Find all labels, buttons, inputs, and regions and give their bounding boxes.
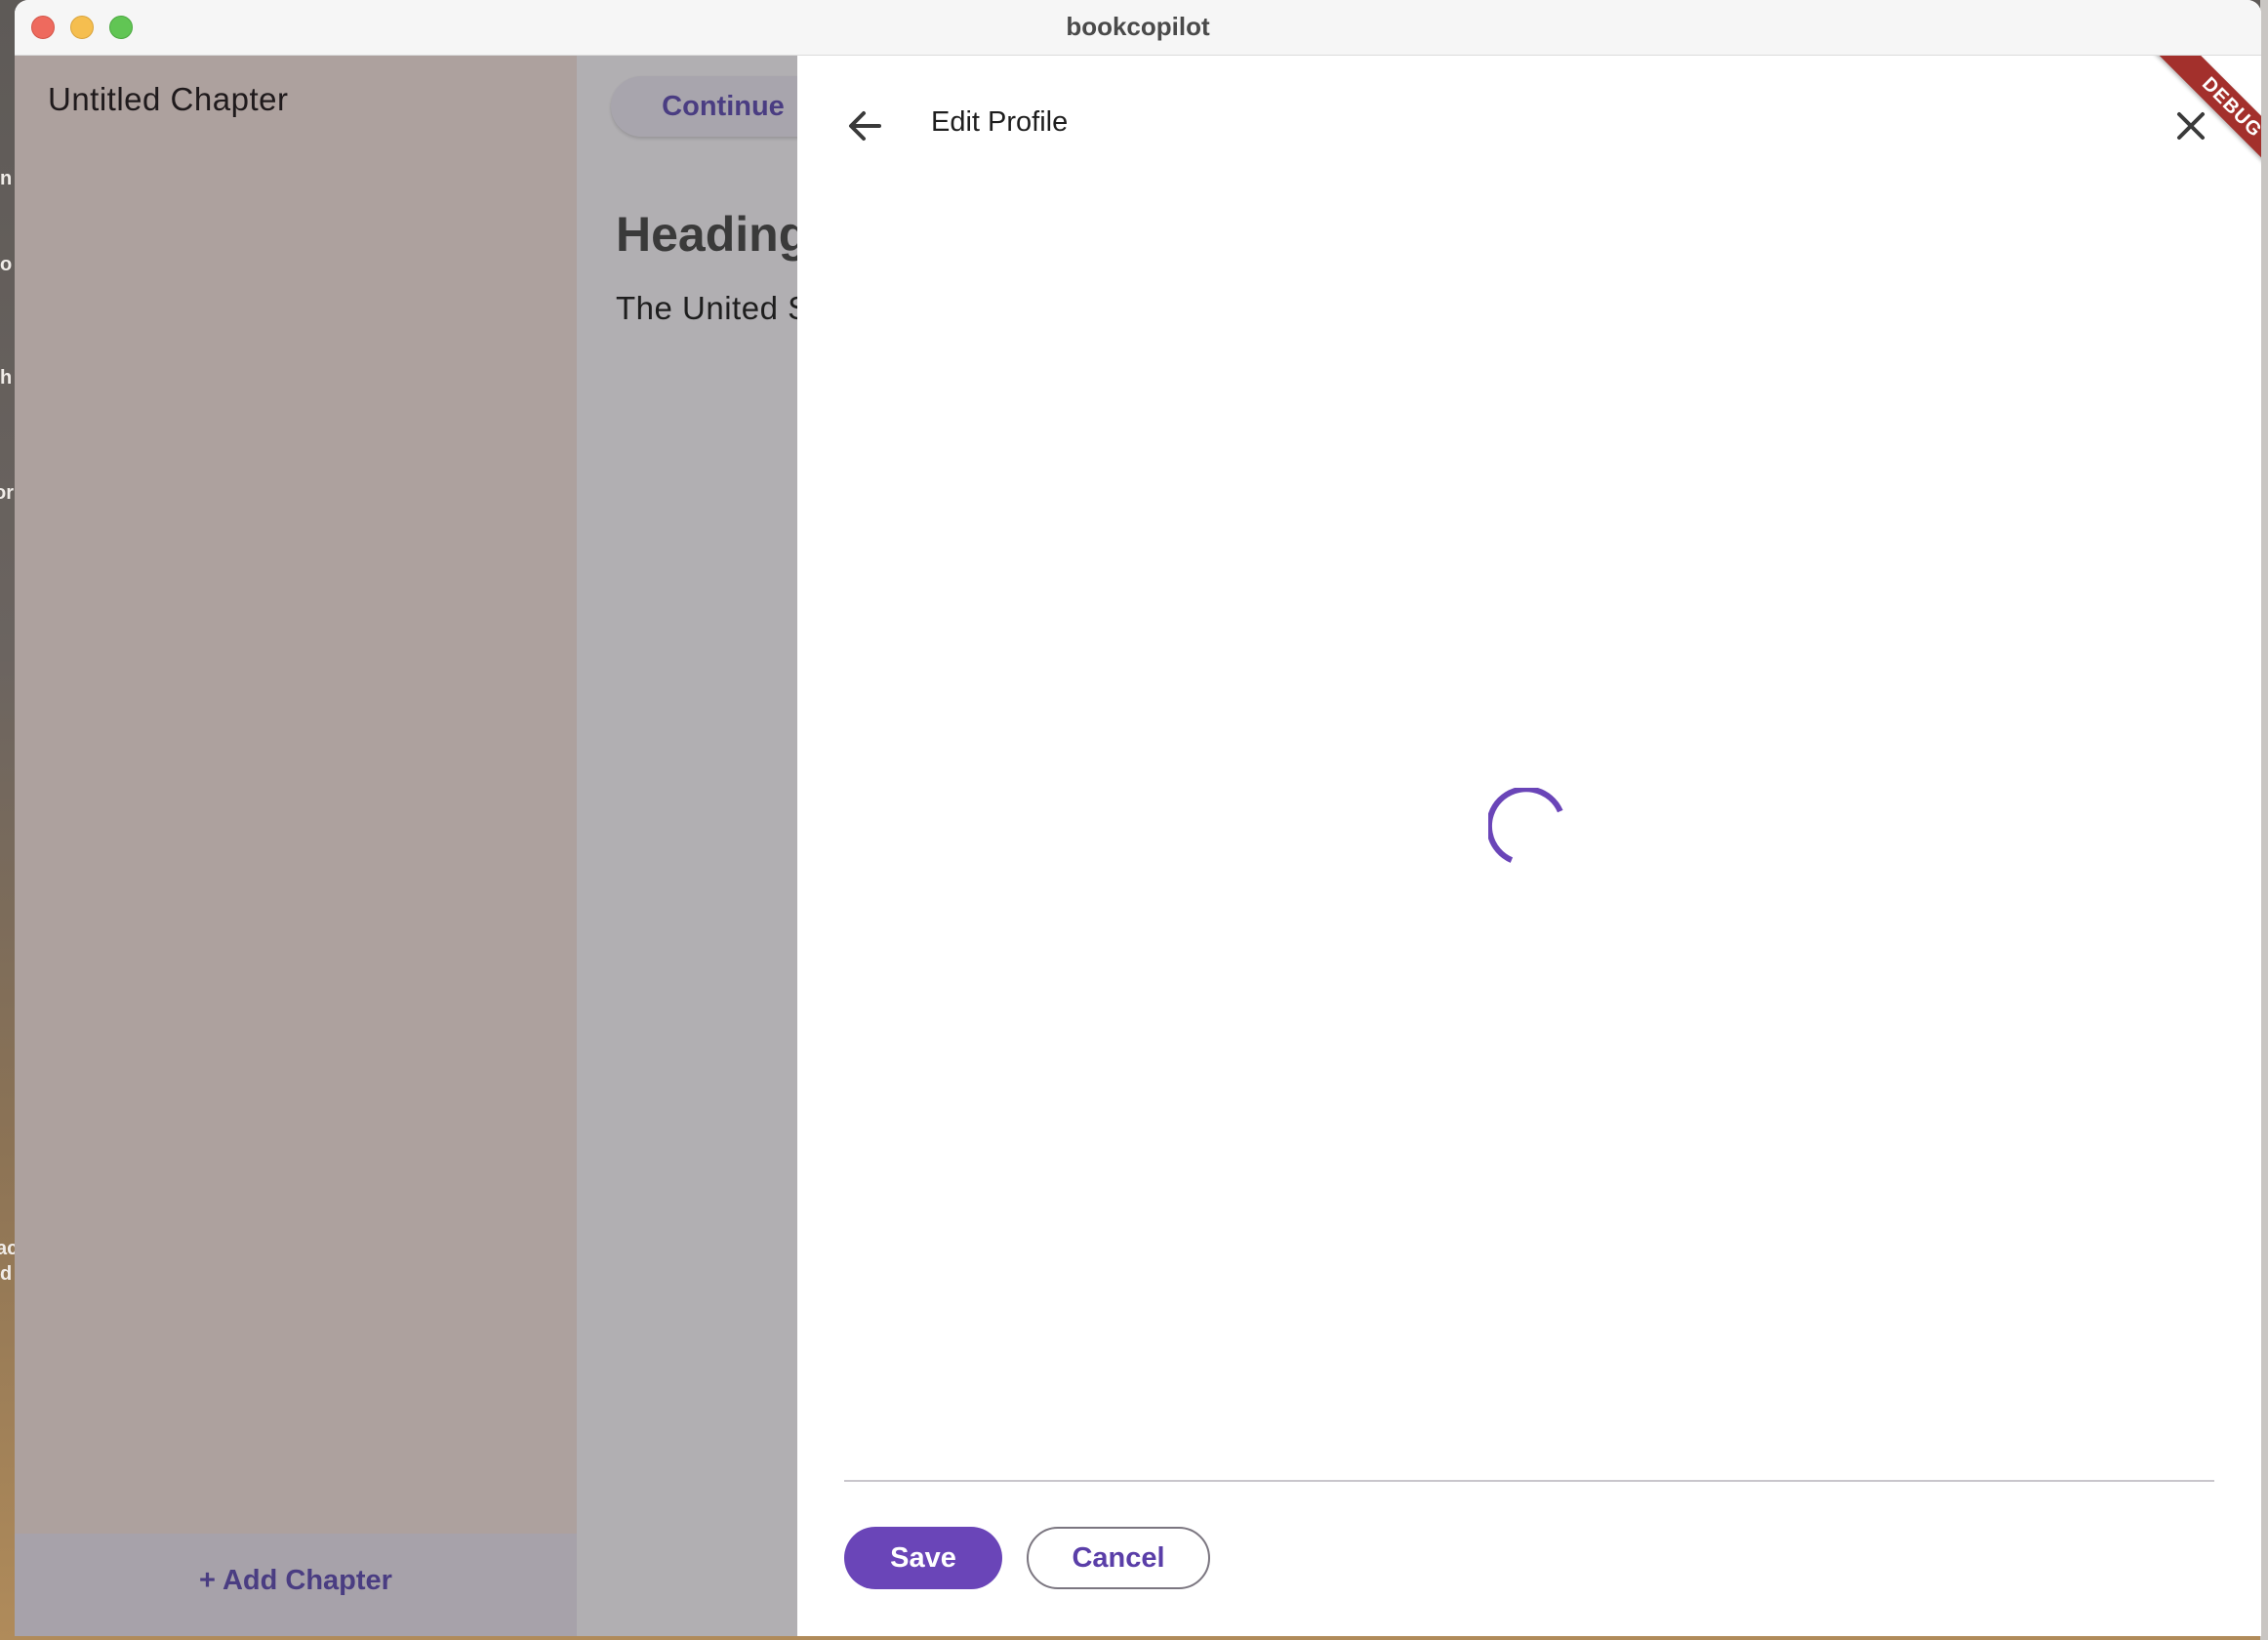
debug-banner: DEBUG xyxy=(2152,56,2261,187)
edit-profile-panel: Edit Profile Save Cancel DEBUG xyxy=(797,56,2261,1636)
window-title: bookcopilot xyxy=(1066,12,1210,41)
app-content: Untitled Chapter + Add Chapter Continue … xyxy=(15,56,2261,1636)
arrow-left-icon xyxy=(849,111,881,141)
loading-spinner xyxy=(1485,786,1570,870)
footer-divider xyxy=(844,1480,2214,1482)
app-window: bookcopilot Untitled Chapter + Add Chapt… xyxy=(15,0,2261,1636)
continue-button[interactable]: Continue xyxy=(611,76,797,137)
desktop-fragment: n xyxy=(0,168,13,189)
desktop-fragment: h xyxy=(0,367,13,389)
panel-title: Edit Profile xyxy=(931,106,1069,138)
save-button[interactable]: Save xyxy=(844,1527,1002,1589)
desktop-fragment: d xyxy=(0,1263,13,1285)
desktop-fragment: o xyxy=(0,254,13,275)
editor-area: Continue Heading The United S xyxy=(577,56,797,1636)
desktop-fragment: or xyxy=(0,482,14,504)
cancel-button[interactable]: Cancel xyxy=(1027,1527,1210,1589)
desktop-edge xyxy=(2260,0,2268,1640)
editor-heading: Heading xyxy=(616,207,797,262)
chapter-item[interactable]: Untitled Chapter xyxy=(48,81,288,118)
title-bar[interactable]: bookcopilot xyxy=(15,0,2261,56)
editor-body-text: The United S xyxy=(616,290,797,326)
add-chapter-bar: + Add Chapter xyxy=(15,1534,577,1636)
back-button[interactable] xyxy=(844,104,887,147)
add-chapter-button[interactable]: + Add Chapter xyxy=(15,1565,577,1597)
debug-banner-wrap: DEBUG xyxy=(2125,56,2261,192)
chapter-sidebar: Untitled Chapter + Add Chapter xyxy=(15,56,577,1636)
